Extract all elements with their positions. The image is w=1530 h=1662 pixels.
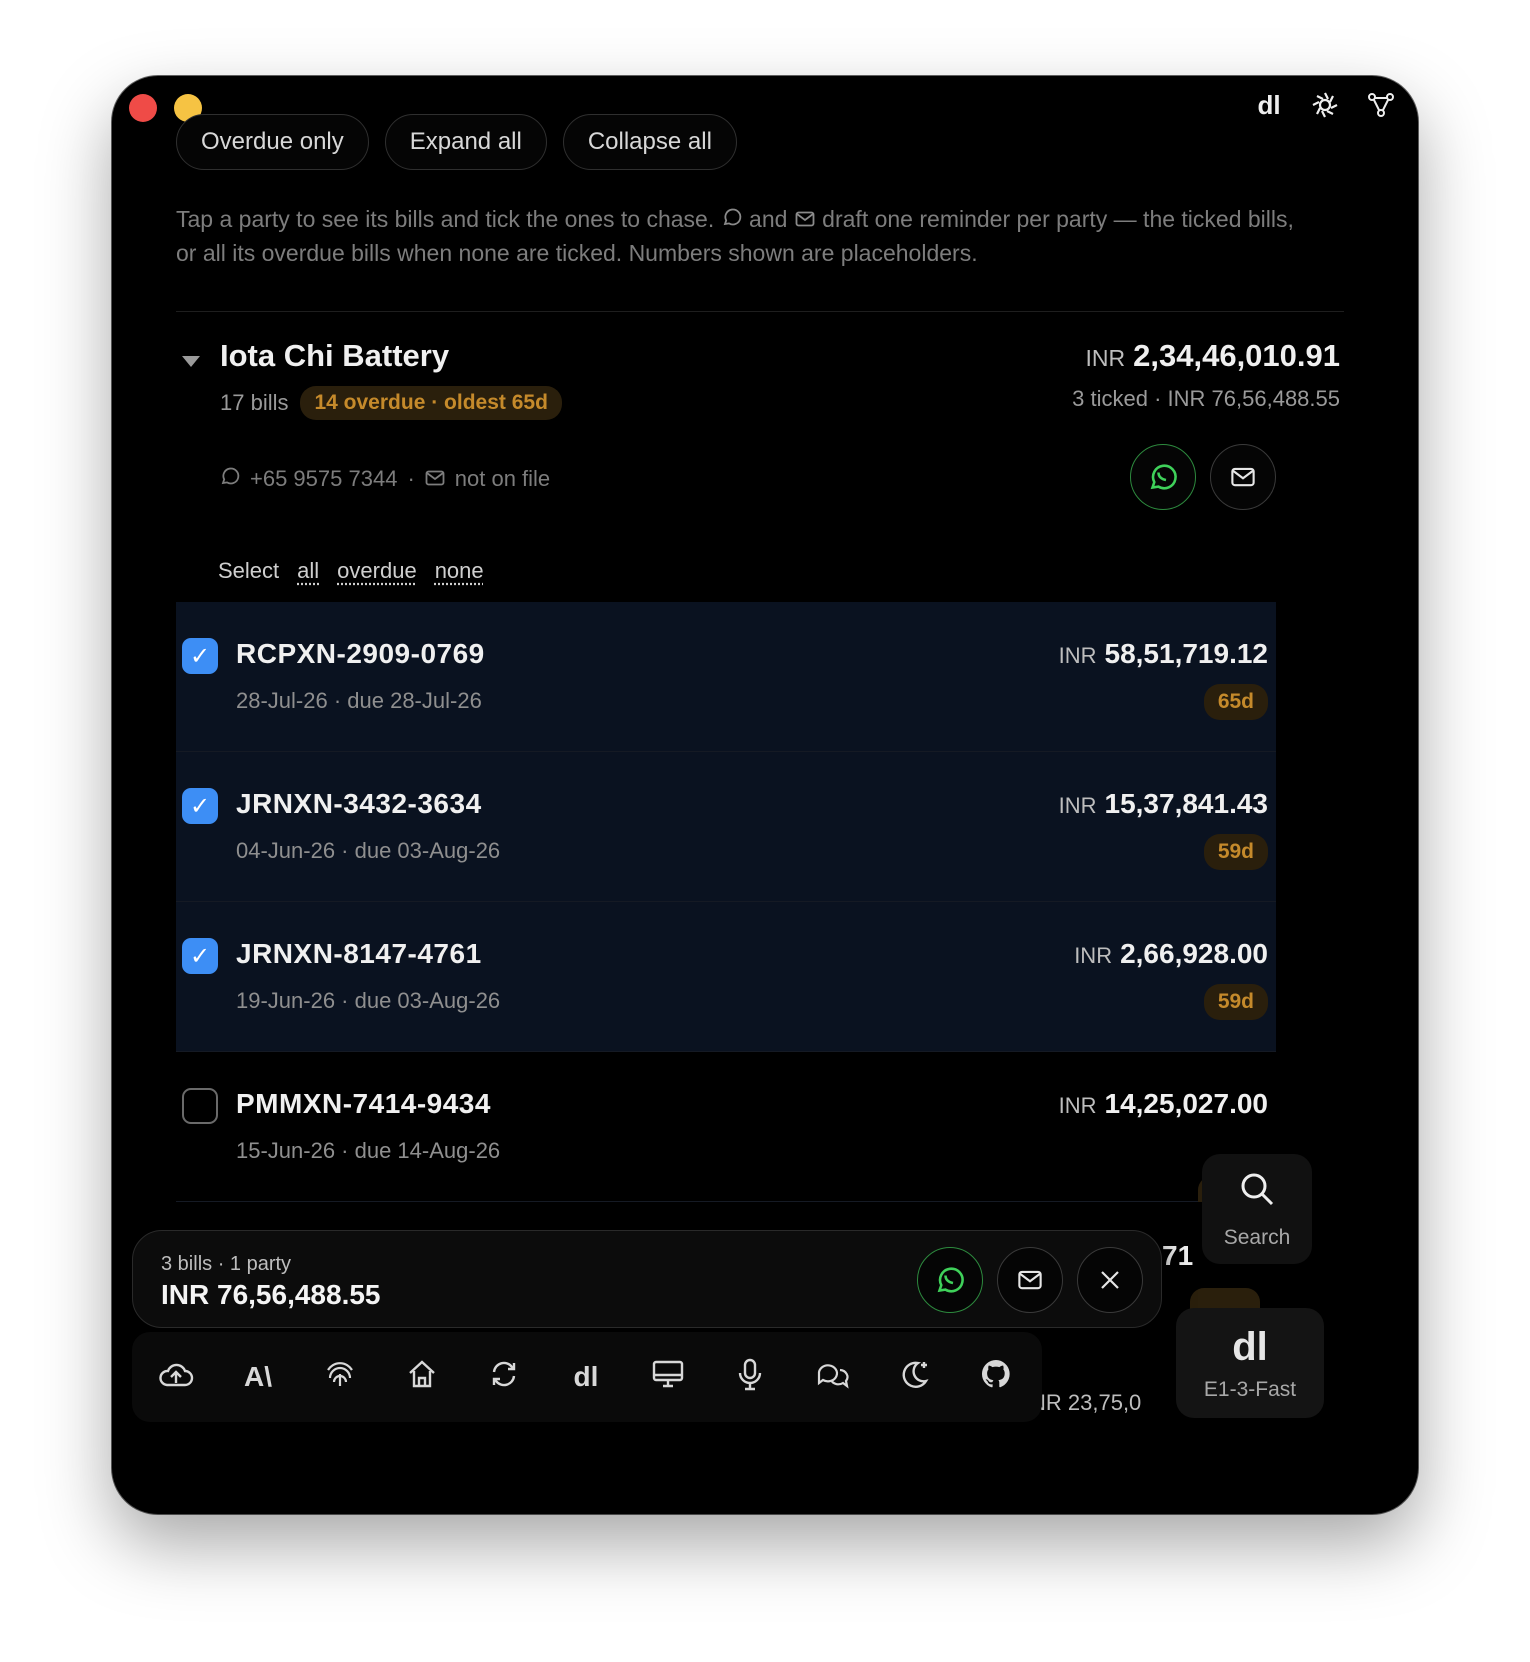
bill-checkbox[interactable] [182, 1088, 218, 1124]
mail-small-icon [425, 466, 445, 492]
cloud-upload-icon[interactable] [156, 1359, 196, 1396]
bill-amount: INR 15,37,841.43 [1058, 788, 1268, 819]
party-summary: 17 bills 14 overdue · oldest 65d [220, 386, 562, 420]
bill-row[interactable]: PMMXN-7414-9434 15-Jun-26 · due 14-Aug-2… [176, 1052, 1276, 1202]
bill-row[interactable]: ✓ RCPXN-2909-0769 28-Jul-26 · due 28-Jul… [176, 602, 1276, 752]
bill-checkbox[interactable]: ✓ [182, 938, 218, 974]
bill-dates: 19-Jun-26 · due 03-Aug-26 [236, 988, 501, 1013]
bill-amount-partial: 71 [1162, 1240, 1194, 1271]
select-none-link[interactable]: none [435, 558, 484, 584]
fingerprint-icon[interactable] [320, 1358, 360, 1397]
age-badge: 59d [1203, 834, 1268, 870]
model-selector[interactable]: dl E1-3-Fast [1176, 1308, 1324, 1418]
collapse-caret-icon[interactable] [182, 356, 200, 367]
top-toolbar-icons: dl [1254, 90, 1396, 120]
mail-icon [794, 202, 816, 236]
party-total: INR 2,34,46,010.91 [1085, 338, 1340, 373]
bill-dates: 04-Jun-26 · due 03-Aug-26 [236, 838, 501, 863]
model-logo-icon: dl [1232, 1324, 1268, 1369]
model-label: E1-3-Fast [1203, 1377, 1297, 1401]
selection-whatsapp-button[interactable] [917, 1247, 983, 1313]
chat-icon[interactable] [812, 1358, 852, 1397]
email-reminder-button[interactable] [1210, 444, 1276, 510]
home-icon[interactable] [402, 1358, 442, 1397]
anthropic-icon[interactable]: A\ [238, 1361, 278, 1393]
selection-email-button[interactable] [997, 1247, 1063, 1313]
github-icon[interactable] [976, 1358, 1016, 1397]
bill-id: PMMXN-7414-9434 [236, 1088, 491, 1119]
bill-amount-partial: NR 23,75,0 [1030, 1390, 1142, 1415]
clear-selection-button[interactable] [1077, 1247, 1143, 1313]
select-all-link[interactable]: all [297, 558, 319, 584]
app-window: dl Overdue only Expand all Collapse all … [112, 76, 1418, 1514]
whatsapp-icon [721, 202, 743, 236]
bill-amount: INR 58,51,719.12 [1058, 638, 1268, 669]
email-status: not on file [454, 466, 551, 491]
search-label: Search [1223, 1225, 1291, 1249]
bill-checkbox[interactable]: ✓ [182, 788, 218, 824]
bill-id: RCPXN-2909-0769 [236, 638, 485, 669]
whatsapp-small-icon [220, 466, 240, 492]
monitor-icon[interactable] [648, 1359, 688, 1396]
dl-logo-icon[interactable]: dl [1254, 90, 1284, 120]
search-button[interactable]: Search [1202, 1154, 1312, 1264]
bill-id: JRNXN-8147-4761 [236, 938, 482, 969]
expand-all-button[interactable]: Expand all [384, 114, 547, 170]
overdue-only-button[interactable]: Overdue only [176, 114, 369, 170]
overdue-badge: 14 overdue · oldest 65d [300, 386, 562, 420]
bill-list: ✓ RCPXN-2909-0769 28-Jul-26 · due 28-Jul… [176, 602, 1276, 1202]
dock: A\ dl [132, 1332, 1042, 1422]
sync-icon[interactable] [484, 1358, 524, 1397]
select-overdue-link[interactable]: overdue [337, 558, 417, 584]
selection-count: 3 bills · 1 party [161, 1253, 292, 1275]
age-badge: 59d [1203, 984, 1268, 1020]
bill-amount: INR 14,25,027.00 [1058, 1088, 1268, 1119]
close-window-button[interactable] [129, 94, 157, 122]
selection-total: INR 76,56,488.55 [161, 1279, 381, 1310]
dl-icon[interactable]: dl [566, 1361, 606, 1393]
bill-checkbox[interactable]: ✓ [182, 638, 218, 674]
nodes-icon[interactable] [1366, 90, 1396, 120]
bill-amount: INR 2,66,928.00 [1074, 938, 1268, 969]
search-icon [1237, 1169, 1277, 1218]
divider [176, 311, 1344, 312]
bill-dates: 28-Jul-26 · due 28-Jul-26 [236, 688, 482, 713]
openai-icon[interactable] [1310, 90, 1340, 120]
ticked-summary: 3 ticked · INR 76,56,488.55 [1072, 386, 1340, 411]
age-badge: 65d [1203, 684, 1268, 720]
bill-id: JRNXN-3432-3634 [236, 788, 482, 819]
party-name: Iota Chi Battery [220, 338, 450, 373]
bill-row[interactable]: ✓ JRNXN-3432-3634 04-Jun-26 · due 03-Aug… [176, 752, 1276, 902]
bill-dates: 15-Jun-26 · due 14-Aug-26 [236, 1138, 501, 1163]
microphone-icon[interactable] [730, 1357, 770, 1398]
bill-row[interactable]: ✓ JRNXN-8147-4761 19-Jun-26 · due 03-Aug… [176, 902, 1276, 1052]
help-text: Tap a party to see its bills and tick th… [176, 202, 1296, 270]
selection-bar: 3 bills · 1 party INR 76,56,488.55 [132, 1230, 1162, 1328]
phone-number: +65 9575 7344 [250, 466, 398, 491]
bill-count: 17 bills [220, 390, 289, 415]
select-controls: Select all overdue none [218, 558, 484, 584]
moon-icon[interactable] [894, 1358, 934, 1397]
collapse-all-button[interactable]: Collapse all [562, 114, 737, 170]
whatsapp-reminder-button[interactable] [1130, 444, 1196, 510]
contact-info: +65 9575 7344 · not on file [220, 466, 550, 492]
filter-chips: Overdue only Expand all Collapse all [176, 114, 737, 170]
